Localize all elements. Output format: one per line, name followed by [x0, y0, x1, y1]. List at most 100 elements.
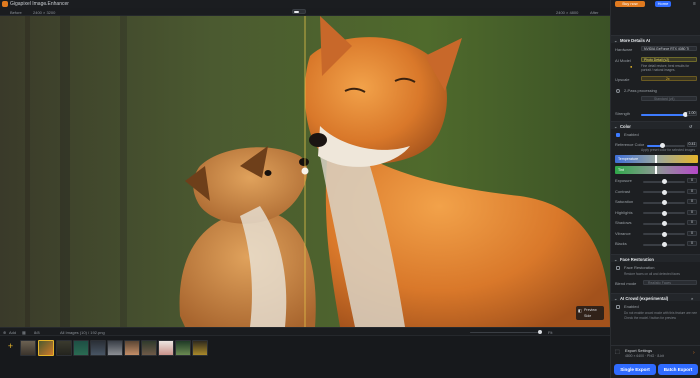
color-enabled-row: Enabled [624, 132, 697, 137]
overlay-line1: Preview [584, 307, 597, 312]
thumbnail[interactable] [158, 340, 174, 356]
two-pass-value: Standard (v4) [654, 97, 675, 101]
color-row-slider[interactable] [643, 210, 685, 216]
export-settings-value: 4800 × 6400 · PNG · 8-bit [625, 354, 664, 358]
thumbnail[interactable] [141, 340, 157, 356]
color-row-value[interactable]: 0 [687, 199, 697, 204]
color-row-slider[interactable] [643, 242, 685, 247]
chevron-down-icon: ⌄ [614, 295, 618, 301]
section-title: Face Restoration [620, 256, 654, 262]
add-image-button[interactable]: + [5, 342, 16, 353]
thumbnail[interactable] [107, 340, 123, 356]
grid-view-icon[interactable]: ▦ [22, 330, 26, 335]
menu-icon[interactable]: ≡ [693, 1, 696, 7]
export-settings-label: Export Settings [625, 348, 653, 353]
filmstrip: + [0, 335, 610, 378]
image-list-bar: ⊕ Add ▦ 8/8 All Images (10) / 192.png Fi… [0, 327, 610, 335]
temperature-label: Temperature [618, 157, 639, 161]
thumbnail[interactable] [20, 340, 36, 356]
hardware-select[interactable]: NVIDIA GeForce RTX 4080 Ti [641, 46, 697, 51]
color-row-label: Vibrance [615, 230, 631, 236]
buy-button[interactable]: Buy now [615, 1, 645, 7]
color-row-slider[interactable] [643, 179, 685, 184]
color-row-label: Saturation [615, 199, 634, 204]
two-pass-checkbox[interactable] [616, 89, 620, 93]
zoom-slider[interactable] [470, 330, 542, 334]
ai-crowd-checkbox[interactable] [616, 305, 620, 309]
ai-crowd-row: Enabled [624, 304, 697, 309]
thumbnail[interactable] [124, 340, 140, 356]
color-row-value[interactable]: 0 [687, 230, 697, 236]
split-left-icon [294, 11, 299, 13]
section-ai-crowd[interactable]: ⌄ AI Crowd (experimental) × [611, 293, 700, 301]
color-row-slider[interactable] [643, 221, 685, 226]
tint-bar[interactable]: Tint [615, 166, 698, 174]
strength-slider[interactable] [641, 112, 688, 117]
blend-select[interactable]: Realistic Faces [643, 280, 697, 285]
add-icon[interactable]: ⊕ [3, 330, 6, 335]
image-preview[interactable]: Preview Side ◧ [0, 16, 610, 327]
app-logo [2, 1, 8, 7]
zoom-label[interactable]: Fit [548, 330, 552, 335]
chevron-down-icon[interactable]: ⌄ [44, 1, 48, 7]
section-more-details[interactable]: ⌄ More Details AI [611, 35, 700, 43]
reset-icon[interactable]: ↺ [689, 124, 692, 129]
batch-export-button[interactable]: Batch Export [658, 364, 698, 375]
ai-crowd-note-1: Do not enable crowd mode with this featu… [624, 311, 697, 315]
hardware-value: NVIDIA GeForce RTX 4080 Ti [644, 47, 689, 51]
ai-crowd-enabled-label: Enabled [624, 304, 639, 309]
strength-value[interactable]: 1.00 [687, 111, 697, 116]
color-row-value[interactable]: 0 [687, 241, 697, 246]
breadcrumb[interactable]: All Images (10) / 192.png [60, 330, 105, 335]
export-icon: ⬚ [615, 349, 620, 355]
face-restoration-checkbox[interactable] [616, 266, 620, 270]
close-icon[interactable]: × [691, 296, 693, 301]
thumbnail[interactable] [175, 340, 191, 356]
section-face-restoration[interactable]: ⌄ Face Restoration [611, 254, 700, 262]
color-row-slider[interactable] [643, 200, 685, 205]
blend-label: Blend mode [615, 281, 637, 286]
color-enabled-label: Enabled [624, 132, 639, 137]
temperature-bar[interactable]: Temperature [615, 155, 698, 163]
face-restoration-label: Face Restoration [624, 265, 655, 270]
model-note: Fine detail restore, best results for po… [641, 64, 690, 72]
thumbnail[interactable] [73, 340, 89, 356]
batch-export-label: Batch Export [663, 367, 693, 372]
color-row-value[interactable]: 0 [687, 178, 697, 183]
color-enabled-checkbox[interactable] [616, 133, 620, 137]
overlay-line2: Side [584, 313, 592, 318]
thumbnail[interactable] [56, 340, 72, 356]
section-title: More Details AI [620, 37, 651, 43]
hardware-label: Hardware [615, 47, 633, 52]
ai-model-select[interactable]: Photo Detail (v2) [641, 57, 697, 62]
thumbnail[interactable] [192, 340, 208, 356]
compare-overlay[interactable]: Preview Side ◧ [576, 306, 604, 320]
reference-slider[interactable] [647, 143, 685, 148]
section-title: Color [620, 123, 631, 129]
reference-value[interactable]: 0.41 [687, 142, 697, 147]
color-row-value[interactable]: 0 [687, 188, 697, 194]
ai-model-label: AI Model [615, 58, 631, 63]
split-handle [301, 167, 309, 175]
color-row-slider[interactable] [643, 231, 685, 237]
upscale-select[interactable]: 2x [641, 76, 697, 81]
home-button[interactable]: Home [655, 1, 671, 7]
single-export-button[interactable]: Single Export [614, 364, 656, 375]
home-label: Home [657, 1, 669, 6]
section-color[interactable]: ⌄ Color ↺ [611, 121, 700, 129]
color-row-value[interactable]: 0 [687, 220, 697, 225]
color-row-label: Highlights [615, 209, 633, 215]
color-row-label: Shadows [615, 220, 632, 225]
two-pass-field[interactable]: Standard (v4) [641, 96, 697, 101]
section-title: AI Crowd (experimental) [620, 295, 669, 301]
add-label[interactable]: Add [9, 330, 16, 335]
thumbnail[interactable] [90, 340, 106, 356]
color-row-label: Blacks [615, 241, 627, 246]
blend-value: Realistic Faces [648, 281, 671, 285]
export-settings[interactable]: ⬚ Export Settings 4800 × 6400 · PNG · 8-… [611, 345, 700, 360]
color-note: Apply preset color for selected images [641, 148, 696, 152]
color-row-slider[interactable] [643, 189, 685, 195]
split-view-toggle[interactable] [292, 9, 306, 14]
thumbnail-selected[interactable] [38, 340, 54, 356]
color-row-value[interactable]: 0 [687, 209, 697, 215]
